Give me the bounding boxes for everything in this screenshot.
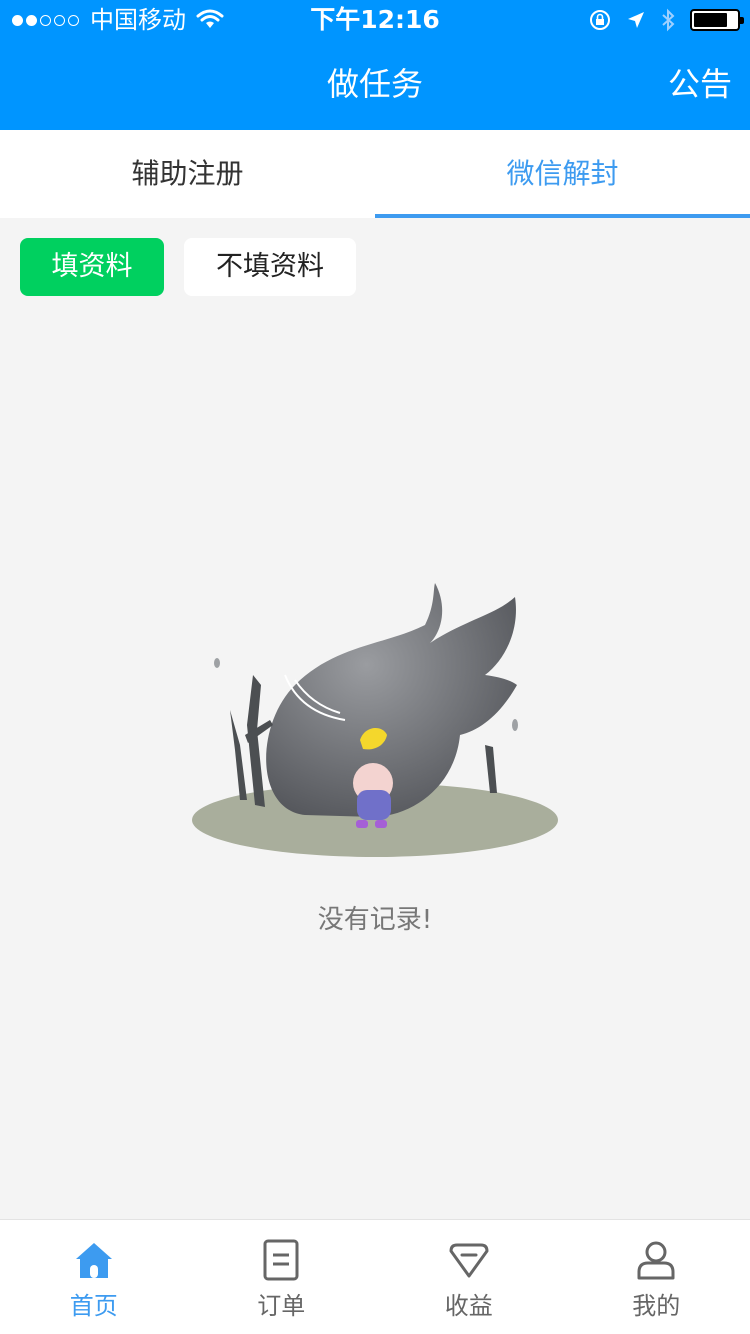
rotation-lock-icon [590, 10, 610, 30]
bottom-tab-home[interactable]: 首页 [0, 1220, 188, 1334]
status-icons [588, 7, 744, 33]
tab-assisted-registration[interactable]: 辅助注册 [0, 130, 375, 218]
task-tabs: 辅助注册 微信解封 [0, 130, 750, 218]
tab-wechat-unblock[interactable]: 微信解封 [375, 130, 750, 218]
filter-chips: 填资料 不填资料 [20, 238, 356, 296]
home-icon [75, 1243, 112, 1278]
bluetooth-icon [662, 8, 675, 32]
battery-icon [690, 9, 744, 31]
bottom-tab-label: 首页 [69, 1292, 118, 1320]
order-icon [263, 1239, 299, 1281]
status-bar: 中国移动 下午12:16 [0, 0, 750, 40]
top-bar: 中国移动 下午12:16 做任务 公告 [0, 0, 750, 130]
page-title: 做任务 [326, 65, 423, 103]
empty-state-illustration [192, 583, 558, 857]
bottom-tab-mine[interactable]: 我的 [563, 1220, 750, 1334]
bottom-tab-orders[interactable]: 订单 [188, 1220, 376, 1334]
announcement-button[interactable]: 公告 [668, 64, 732, 104]
empty-state-message: 没有记录! [317, 905, 433, 935]
location-arrow-icon [628, 12, 644, 28]
bottom-tab-label: 我的 [632, 1292, 681, 1320]
user-icon [637, 1241, 675, 1280]
app-screen: 中国移动 下午12:16 做任务 公告 辅助注册 微信解封 填资料 不填资料 没… [0, 0, 750, 1334]
bottom-tab-label: 订单 [257, 1292, 306, 1320]
bottom-tab-bar: 首页 订单 收益 我的 [0, 1219, 750, 1334]
bottom-tab-label: 收益 [444, 1292, 493, 1320]
filter-no-info-button[interactable]: 不填资料 [184, 238, 356, 296]
bottom-tab-earnings[interactable]: 收益 [375, 1220, 563, 1334]
gem-icon [449, 1243, 489, 1278]
filter-fill-info-button[interactable]: 填资料 [20, 238, 164, 296]
